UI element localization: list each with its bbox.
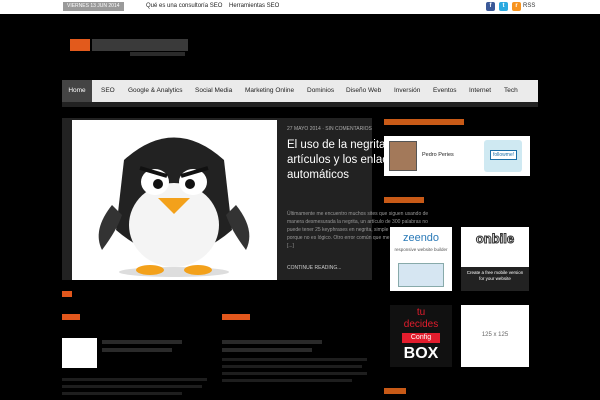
column-heading-social [222, 314, 250, 320]
nav-internet[interactable]: Internet [469, 80, 491, 102]
nav-google-analytics[interactable]: Google & Analytics [128, 80, 183, 102]
top-link-consultoria-seo[interactable]: Qué es una consultoría SEO [146, 3, 222, 9]
ad-zeendo[interactable]: zeendo responsive website builder [390, 227, 452, 291]
featured-post: 27 MAYO 2014 · SIN COMENTARIOS El uso de… [62, 118, 430, 280]
continue-reading-link[interactable]: CONTINUE READING... [287, 265, 341, 271]
nav-home[interactable]: Home [62, 80, 92, 102]
follow-label: followme! [490, 150, 518, 160]
post-thumbnail[interactable] [62, 338, 97, 368]
penguin-illustration [98, 137, 250, 277]
column-heading-seo [62, 314, 80, 320]
sidebar-heading-author [384, 119, 464, 125]
nav-divider [62, 102, 538, 107]
ad-onbile-subtitle: Create a free mobile version for your we… [466, 270, 524, 281]
ad-zeendo-subtitle: responsive website builder [394, 247, 448, 252]
ad-tudecides-line1: tu [416, 307, 426, 318]
ad-onbile-banner: Create a free mobile version for your we… [461, 267, 529, 291]
ad-zeendo-title: zeendo [402, 232, 440, 244]
top-bar: VIERNES 13 JUN 2014 Qué es una consultor… [0, 0, 600, 14]
ad-placeholder-size: 125 x 125 [481, 332, 509, 338]
ad-tudecides[interactable]: tu decides Config BOX [390, 305, 452, 367]
ad-tudecides-line4: BOX [403, 345, 439, 362]
nav-tech[interactable]: Tech [504, 80, 518, 102]
post-title-placeholder [102, 348, 172, 352]
ad-tudecides-line3: Config [402, 333, 440, 343]
rss-link[interactable]: RSS [523, 3, 535, 9]
post-text-placeholder [222, 372, 367, 375]
post-text-placeholder [222, 379, 352, 382]
twitter-icon[interactable]: t [499, 2, 508, 11]
device-mockup [398, 263, 444, 287]
logo-wordmark [92, 39, 188, 51]
sidebar-heading-bottom [384, 388, 406, 394]
post-title-placeholder [102, 340, 182, 344]
top-link-herramientas-seo[interactable]: Herramientas SEO [229, 3, 279, 9]
logo-mark [70, 39, 90, 51]
nav-inversion[interactable]: Inversión [394, 80, 420, 102]
post-title-placeholder [222, 340, 322, 344]
post-text-placeholder [62, 385, 202, 388]
author-avatar[interactable] [389, 141, 417, 171]
site-logo[interactable] [70, 37, 190, 57]
post-text-placeholder [62, 378, 207, 381]
nav-eventos[interactable]: Eventos [433, 80, 457, 102]
ad-onbile[interactable]: onbile Create a free mobile version for … [461, 227, 529, 291]
date-badge: VIERNES 13 JUN 2014 [63, 2, 124, 11]
post-text-placeholder [62, 392, 182, 395]
follow-badge[interactable]: followme! [484, 140, 522, 172]
featured-image[interactable] [72, 120, 277, 280]
section-marker [62, 291, 72, 297]
post-text-placeholder [222, 358, 367, 361]
middle-column-post[interactable] [222, 338, 372, 400]
sidebar-heading-sponsors [384, 197, 424, 203]
left-column-post[interactable] [62, 338, 212, 400]
ad-placeholder[interactable]: 125 x 125 [461, 305, 529, 367]
post-text-placeholder [222, 365, 362, 368]
author-profile: Pedro Peries followme! [384, 136, 530, 176]
nav-social-media[interactable]: Social Media [195, 80, 232, 102]
nav-dominios[interactable]: Dominios [307, 80, 334, 102]
logo-tagline [130, 52, 185, 56]
ad-onbile-title: onbile [475, 231, 515, 247]
post-meta: 27 MAYO 2014 · SIN COMENTARIOS [287, 126, 372, 132]
nav-diseno-web[interactable]: Diseño Web [346, 80, 381, 102]
post-title-placeholder [222, 348, 312, 352]
ad-tudecides-line2: decides [403, 319, 439, 330]
nav-seo[interactable]: SEO [101, 80, 115, 102]
nav-marketing-online[interactable]: Marketing Online [245, 80, 294, 102]
facebook-icon[interactable]: f [486, 2, 495, 11]
author-name[interactable]: Pedro Peries [422, 152, 454, 158]
main-nav: Home SEO Google & Analytics Social Media… [62, 80, 538, 102]
rss-icon[interactable]: r [512, 2, 521, 11]
